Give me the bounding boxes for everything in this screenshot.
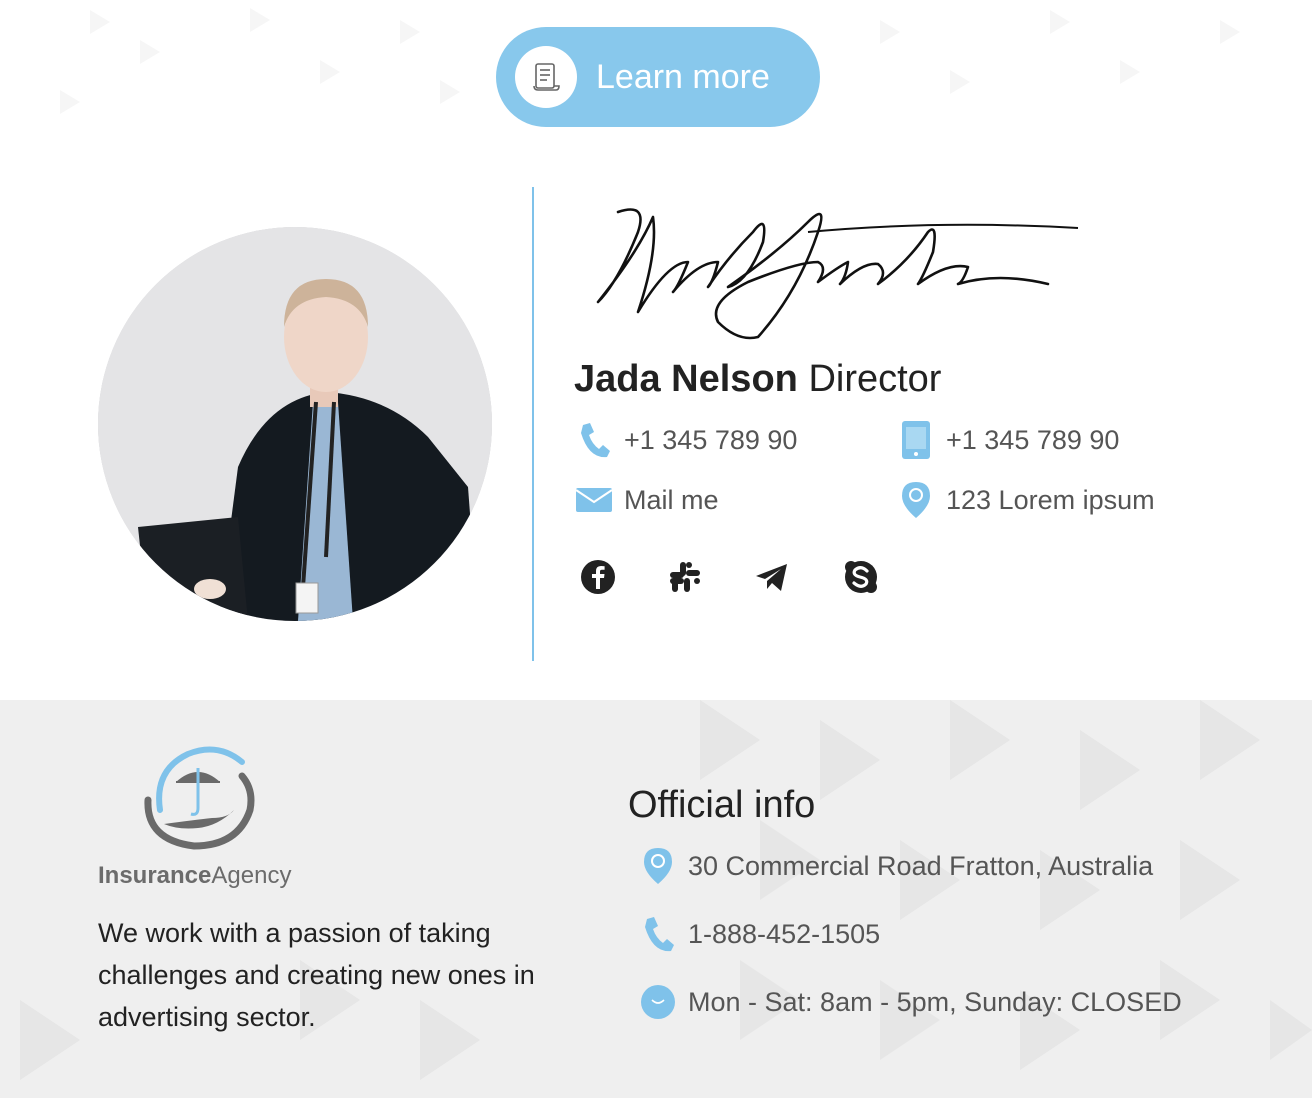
phone-contact[interactable]: +1 345 789 90 (576, 420, 797, 460)
person-title: Director (808, 358, 942, 400)
official-phone[interactable]: 1-888-452-1505 (640, 914, 880, 954)
phone-icon (576, 420, 612, 460)
clock-icon (640, 982, 676, 1022)
profile-photo (98, 227, 492, 621)
official-address: 30 Commercial Road Fratton, Australia (640, 846, 1153, 886)
mobile-icon (898, 420, 934, 460)
logo-wordmark-regular: Agency (211, 862, 292, 889)
mobile-value: +1 345 789 90 (946, 424, 1120, 455)
insurance-agency-logo (144, 746, 255, 850)
name-title: Jada Nelson Director (574, 358, 941, 401)
divider (532, 187, 534, 661)
document-icon (515, 46, 577, 108)
learn-more-button[interactable]: Learn more (496, 27, 820, 127)
official-info-heading: Official info (628, 784, 816, 826)
phone-value: +1 345 789 90 (624, 424, 798, 455)
mobile-contact[interactable]: +1 345 789 90 (898, 420, 1119, 460)
official-hours-value: Mon - Sat: 8am - 5pm, Sunday: CLOSED (688, 986, 1182, 1017)
slack-icon[interactable] (666, 558, 704, 596)
location-pin-icon (898, 480, 934, 520)
skype-icon[interactable] (842, 558, 880, 596)
signature-card: Learn more Jada Nelson Director +1 345 7… (0, 0, 1312, 700)
logo-wordmark-bold: Insurance (98, 862, 212, 889)
address-value: 123 Lorem ipsum (946, 484, 1155, 515)
handwritten-signature (596, 208, 1079, 340)
location-pin-icon (640, 846, 676, 886)
facebook-icon[interactable] (579, 558, 617, 596)
company-footer: InsuranceAgency We work with a passion o… (0, 700, 1312, 1098)
email-contact[interactable]: Mail me (576, 480, 719, 520)
learn-more-label: Learn more (596, 57, 770, 96)
address-contact[interactable]: 123 Lorem ipsum (898, 480, 1155, 520)
official-hours: Mon - Sat: 8am - 5pm, Sunday: CLOSED (640, 982, 1182, 1022)
logo-wordmark: InsuranceAgency (98, 862, 291, 890)
official-address-value: 30 Commercial Road Fratton, Australia (688, 850, 1154, 881)
mail-icon (576, 480, 612, 520)
official-phone-value: 1-888-452-1505 (688, 918, 881, 949)
phone-icon (640, 914, 676, 954)
telegram-icon[interactable] (753, 558, 791, 596)
email-label: Mail me (624, 484, 719, 515)
person-name: Jada Nelson (574, 358, 798, 400)
company-description: We work with a passion of taking challen… (98, 918, 535, 1032)
